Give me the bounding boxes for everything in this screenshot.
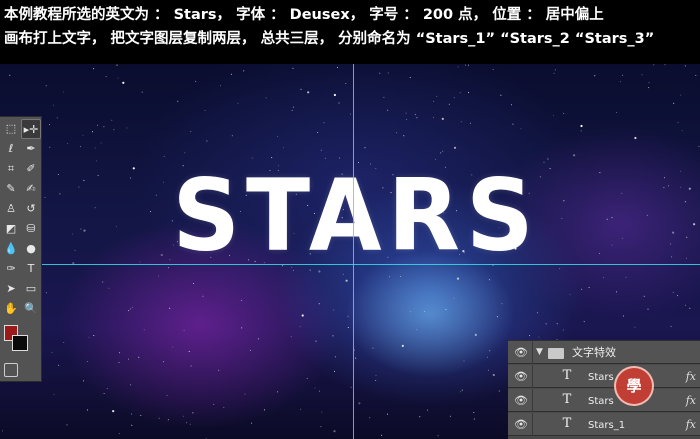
visibility-eye-icon[interactable]: 👁 [512,389,530,412]
quick-mask-button[interactable] [4,363,18,377]
layers-panel: 👁 ▼ 文字特效 👁 T Stars fx 👁 T Stars fx 👁 T S… [508,340,700,439]
layer-effects-icon[interactable]: fx [686,413,696,436]
expand-arrow-icon[interactable]: ▼ [536,341,543,364]
visibility-eye-icon[interactable]: 👁 [512,413,530,436]
brush-tool-icon[interactable]: ✒ [21,139,41,159]
visibility-eye-icon[interactable]: 👁 [512,365,530,388]
paint-brush-icon[interactable]: ✍ [21,179,41,199]
marquee-tool-icon[interactable]: ⬚ [1,119,21,139]
layer-row[interactable]: 👁 T Stars_1 fx [508,413,700,436]
text-layer-thumbnail-icon: T [562,368,572,383]
crop-tool-icon[interactable]: ⌗ [1,159,21,179]
dodge-tool-icon[interactable]: ● [21,239,41,259]
vertical-guide[interactable] [353,64,354,439]
watermark-seal-icon: 學 [614,366,654,406]
layer-name: Stars [588,372,614,383]
pen-tool-icon[interactable]: ✑ [1,259,21,279]
text-layer-thumbnail-icon: T [562,416,572,431]
move-tool-icon[interactable]: ▸✛ [21,119,41,139]
paint-bucket-icon[interactable]: ⛁ [21,219,41,239]
history-brush-icon[interactable]: ↺ [21,199,41,219]
horizontal-guide[interactable] [0,264,700,265]
tools-panel: ⬚ ▸✛ ℓ ✒ ⌗ ✐ ✎ ✍ ♙ ↺ ◩ ⛁ 💧 ● ✑ T ➤ ▭ ✋ 🔍 [0,116,42,382]
layer-effects-icon[interactable]: fx [686,365,696,388]
layer-effects-icon[interactable]: fx [686,389,696,412]
lasso-tool-icon[interactable]: ℓ [1,139,21,159]
zoom-tool-icon[interactable]: 🔍 [21,299,41,319]
eraser-tool-icon[interactable]: ◩ [1,219,21,239]
text-layer-thumbnail-icon: T [562,392,572,407]
rectangle-tool-icon[interactable]: ▭ [21,279,41,299]
healing-brush-icon[interactable]: ✎ [1,179,21,199]
layer-name: Stars [588,396,614,407]
layer-group-row[interactable]: 👁 ▼ 文字特效 [508,341,700,364]
folder-icon [548,348,564,359]
caption-line-2: 画布打上文字， 把文字图层复制两层， 总共三层， 分别命名为 “Stars_1”… [4,31,655,47]
hand-tool-icon[interactable]: ✋ [1,299,21,319]
eyedropper-tool-icon[interactable]: ✐ [21,159,41,179]
blur-tool-icon[interactable]: 💧 [1,239,21,259]
background-color-swatch[interactable] [12,335,28,351]
layer-row[interactable]: 👁 T Stars fx [508,365,700,388]
layer-group-label: 文字特效 [572,346,616,359]
clone-stamp-icon[interactable]: ♙ [1,199,21,219]
path-select-icon[interactable]: ➤ [1,279,21,299]
layer-name: Stars_1 [588,420,626,431]
type-tool-icon[interactable]: T [21,259,41,279]
document-canvas[interactable]: STARS ⬚ ▸✛ ℓ ✒ ⌗ ✐ ✎ ✍ ♙ ↺ ◩ ⛁ 💧 ● ✑ T ➤ ▭ ✋ 🔍 👁 ▼ 文字特效 👁 T… [0,64,700,439]
stars-headline-text: STARS [172,159,540,274]
layer-row[interactable]: 👁 T Stars fx [508,389,700,412]
visibility-eye-icon[interactable]: 👁 [512,341,530,364]
